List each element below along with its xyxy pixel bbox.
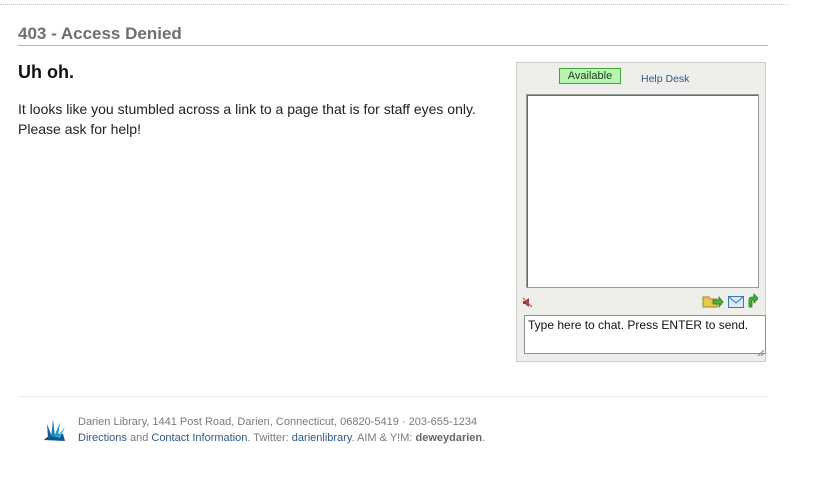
aim-label: . AIM & Y!M: [351, 432, 416, 444]
status-badge: Available [559, 68, 621, 84]
email-icon[interactable] [728, 295, 744, 313]
footer-links: Directions and Contact Information. Twit… [78, 430, 598, 446]
message-line-2: Please ask for help! [18, 121, 141, 137]
top-divider [0, 4, 788, 5]
error-message: It looks like you stumbled across a link… [18, 99, 498, 139]
footer-period: . [482, 432, 486, 444]
footer-text-and: and [126, 432, 152, 444]
resize-grip-icon[interactable] [757, 344, 765, 362]
library-logo [39, 413, 69, 448]
chat-widget: Available Help Desk Type here to chat. P… [516, 62, 766, 362]
chat-input[interactable]: Type here to chat. Press ENTER to send. [524, 315, 766, 354]
page-title: 403 - Access Denied [18, 24, 768, 46]
footer-divider [18, 396, 768, 397]
sound-off-icon[interactable] [522, 295, 533, 313]
message-line-1: It looks like you stumbled across a link… [18, 101, 476, 117]
twitter-label: . Twitter: [247, 432, 292, 444]
popout-icon[interactable] [746, 292, 759, 313]
footer-address: Darien Library, 1441 Post Road, Darien, … [78, 416, 478, 428]
help-desk-label: Help Desk [641, 73, 690, 85]
directions-link[interactable]: Directions [78, 432, 127, 444]
footer: Darien Library, 1441 Post Road, Darien, … [78, 414, 598, 446]
error-heading: Uh oh. [18, 62, 74, 82]
aim-handle: deweydarien [415, 432, 483, 444]
send-file-icon[interactable] [702, 294, 724, 313]
chat-log[interactable] [526, 94, 759, 288]
twitter-link[interactable]: darienlibrary [292, 432, 352, 444]
contact-information-link[interactable]: Contact Information [151, 432, 247, 444]
